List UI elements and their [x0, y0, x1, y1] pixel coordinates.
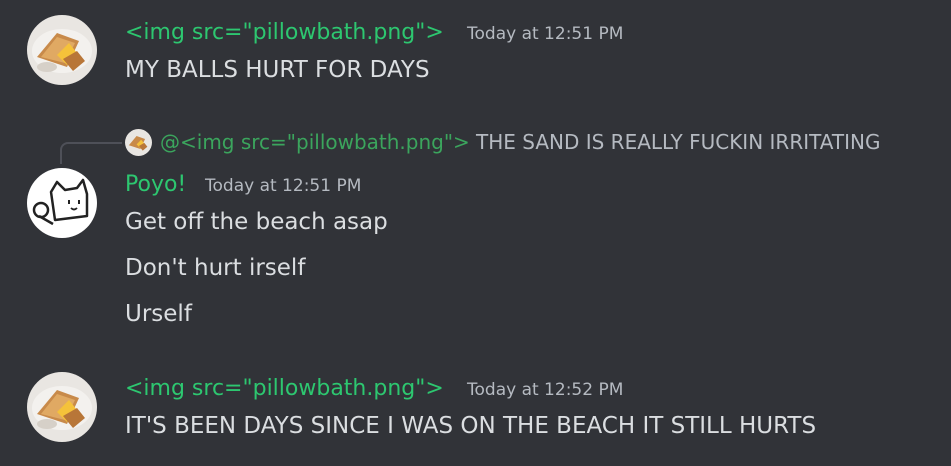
message-text: Don't hurt irself [125, 255, 306, 281]
message-text: MY BALLS HURT FOR DAYS [125, 57, 430, 83]
message-text: IT'S BEEN DAYS SINCE I WAS ON THE BEACH … [125, 413, 817, 439]
message-author[interactable]: Poyo! [125, 172, 186, 198]
message-author[interactable]: <img src="pillowbath.png"> [125, 20, 444, 46]
message-timestamp[interactable]: Today at 12:51 PM [205, 176, 361, 196]
message-text: Get off the beach asap [125, 209, 388, 235]
reply-preview-text[interactable]: THE SAND IS REALLY FUCKIN IRRITATING [476, 129, 880, 155]
reply-connector-line [60, 142, 122, 164]
reply-mention[interactable]: @<img src="pillowbath.png"> [160, 129, 470, 155]
message-timestamp[interactable]: Today at 12:52 PM [467, 380, 623, 400]
cat-doodle-avatar-icon[interactable] [27, 168, 97, 238]
message-text: Urself [125, 301, 192, 327]
grilled-cheese-mini-avatar-icon[interactable] [125, 129, 152, 156]
chat-message-list: <img src="pillowbath.png"> Today at 12:5… [0, 0, 951, 466]
grilled-cheese-avatar-icon[interactable] [27, 15, 97, 85]
message-author[interactable]: <img src="pillowbath.png"> [125, 376, 444, 402]
message-timestamp[interactable]: Today at 12:51 PM [467, 24, 623, 44]
grilled-cheese-avatar-icon[interactable] [27, 372, 97, 442]
